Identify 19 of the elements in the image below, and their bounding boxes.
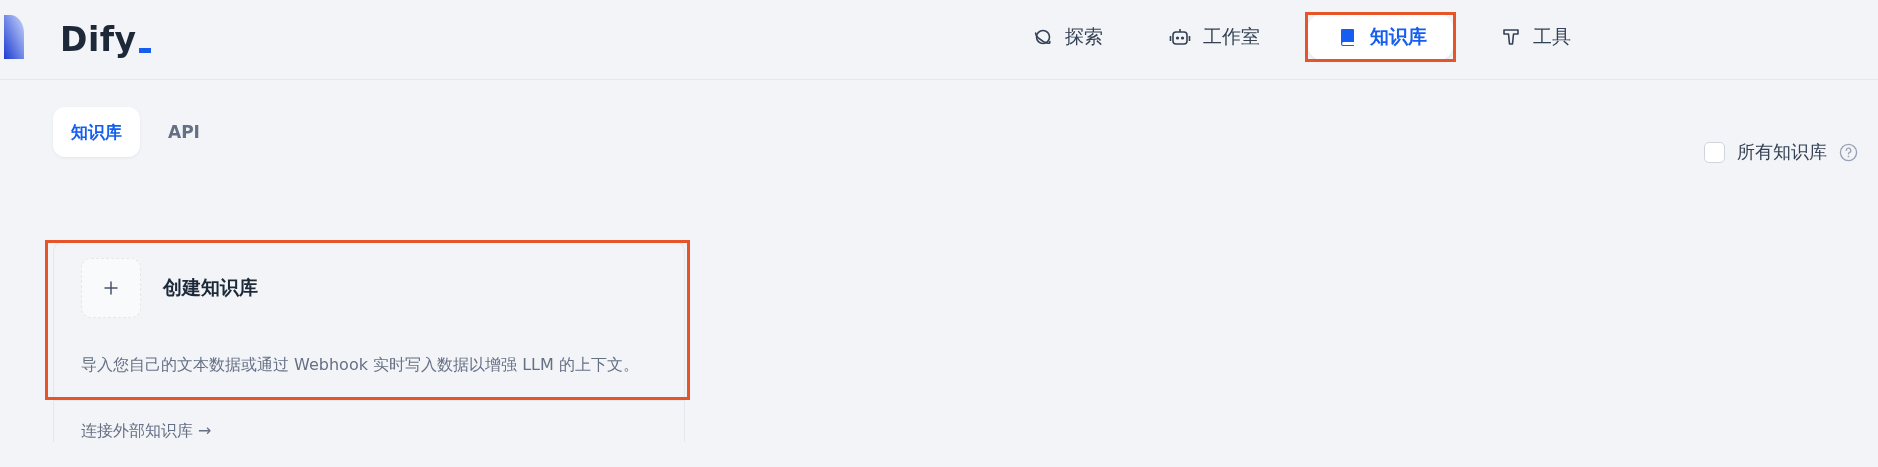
tab[interactable]: API [150,107,218,157]
hammer-icon [1501,27,1521,47]
logo-icon [4,14,24,59]
robot-icon [1169,27,1191,47]
logo-text: Dify [60,20,137,59]
help-icon[interactable] [1839,142,1858,162]
external-knowledge-link[interactable]: 连接外部知识库 → [81,421,212,440]
tab[interactable]: 知识库 [53,107,140,157]
plus-icon [81,258,141,318]
nav-tab[interactable]: 探索 [1015,14,1121,60]
nav-tab[interactable]: 工具 [1483,14,1589,60]
filter-label[interactable]: 所有知识库 [1737,140,1827,164]
checkbox[interactable] [1704,141,1725,163]
planet-icon [1033,27,1053,47]
cursor-icon [138,48,151,53]
nav-tab[interactable]: 知识库 [1308,14,1453,60]
card-description: 导入您自己的文本数据或通过 Webhook 实时写入数据以增强 LLM 的上下文。 [81,354,640,376]
card-title: 创建知识库 [163,275,258,300]
nav-tab[interactable]: 工作室 [1151,14,1278,60]
